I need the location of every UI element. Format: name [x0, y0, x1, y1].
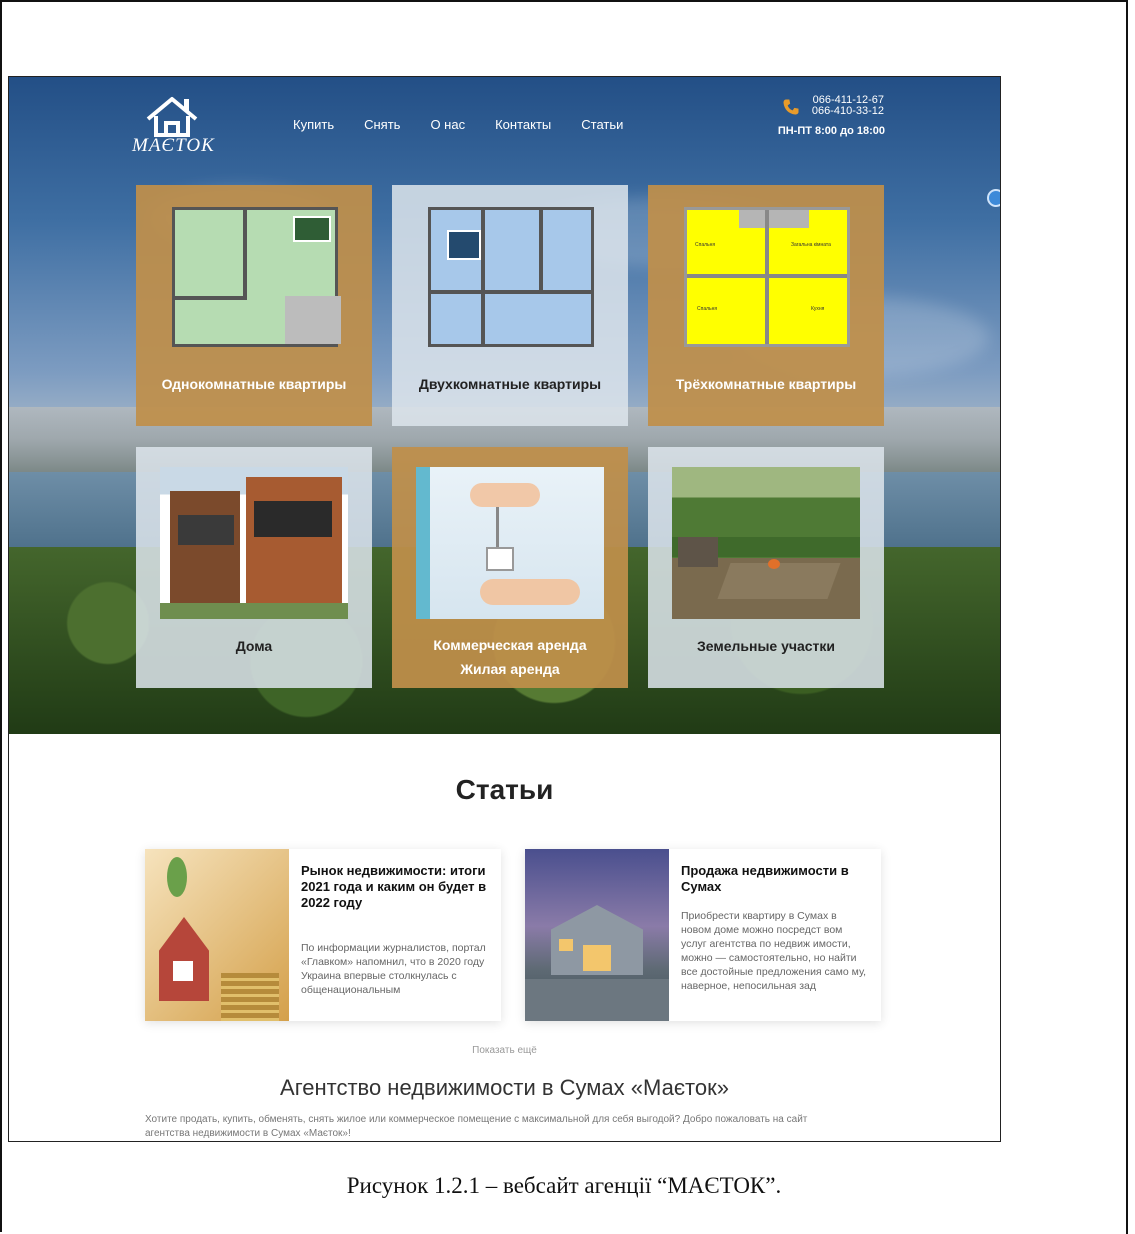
nav-rent[interactable]: Снять: [364, 117, 400, 132]
article-excerpt-1: По информации журналистов, портал «Главк…: [301, 942, 486, 996]
phone-numbers: 066-411-12-67 066-410-33-12: [808, 95, 884, 117]
tile-label-three-room: Трёхкомнатные квартиры: [675, 376, 857, 392]
nav-contacts[interactable]: Контакты: [495, 117, 551, 132]
phone-number-2[interactable]: 066-410-33-12: [808, 106, 884, 117]
phone-icon: [783, 99, 799, 115]
site-logo[interactable]: MAЄTOK: [132, 95, 215, 157]
tile-houses[interactable]: Дома: [136, 447, 372, 688]
article-image-2: [525, 849, 669, 1021]
nav-articles[interactable]: Статьи: [581, 117, 623, 132]
working-hours: ПН-ПТ 8:00 до 18:00: [777, 125, 885, 137]
agency-text: Хотите продать, купить, обменять, снять …: [145, 1114, 808, 1139]
land-photo: [672, 467, 860, 619]
main-nav: Купить Снять О нас Контакты Статьи: [293, 117, 653, 132]
articles-title: Статьи: [455, 774, 554, 805]
tile-label-one-room: Однокомнатные квартиры: [161, 376, 347, 392]
article-image-1: [145, 849, 289, 1021]
article-card-1[interactable]: Рынок недвижимости: итоги 2021 года и ка…: [145, 849, 501, 1021]
article-title-2[interactable]: Продажа недвижимости в Сумах: [681, 863, 871, 895]
house-logo-icon: [146, 97, 198, 137]
tile-label-residential-rent: Жилая аренда: [460, 661, 560, 677]
house-photo: [160, 467, 348, 619]
tile-label-land: Земельные участки: [696, 638, 836, 654]
website-screenshot: MAЄTOK Купить Снять О нас Контакты Стать…: [8, 76, 1001, 1142]
article-excerpt-2: Приобрести квартиру в Сумах в новом доме…: [681, 910, 867, 992]
tile-one-room[interactable]: Однокомнатные квартиры: [136, 185, 372, 426]
logo-text: MAЄTOK: [132, 135, 215, 156]
two-room-floorplan: [428, 207, 594, 347]
nav-about[interactable]: О нас: [430, 117, 465, 132]
chat-widget-icon[interactable]: [987, 189, 1000, 207]
one-room-floorplan: [172, 207, 341, 347]
agency-title: Агентство недвижимости в Сумах «Маєток»: [280, 1075, 729, 1100]
tile-rent[interactable]: Коммерческая аренда Жилая аренда: [392, 447, 628, 688]
three-room-floorplan: Спальня Загальна кімната Спальня Кухня: [684, 207, 850, 347]
tile-label-houses: Дома: [235, 638, 273, 654]
tile-label-commercial-rent: Коммерческая аренда: [433, 637, 587, 653]
nav-buy[interactable]: Купить: [293, 117, 334, 132]
tile-land[interactable]: Земельные участки: [648, 447, 884, 688]
keys-photo: [416, 467, 604, 619]
tile-two-room[interactable]: Двухкомнатные квартиры: [392, 185, 628, 426]
tile-three-room[interactable]: Спальня Загальна кімната Спальня Кухня Т…: [648, 185, 884, 426]
page-right-border: [1126, 0, 1128, 1234]
show-more-link[interactable]: Показать ещё: [9, 1045, 1000, 1056]
hero-section: MAЄTOK Купить Снять О нас Контакты Стать…: [9, 77, 1000, 734]
figure-caption: Рисунок 1.2.1 – вебсайт агенції “МАЄТОК”…: [346, 1173, 782, 1198]
article-title-1[interactable]: Рынок недвижимости: итоги 2021 года и ка…: [301, 863, 491, 911]
tile-label-two-room: Двухкомнатные квартиры: [418, 376, 602, 392]
article-card-2[interactable]: Продажа недвижимости в Сумах Приобрести …: [525, 849, 881, 1021]
